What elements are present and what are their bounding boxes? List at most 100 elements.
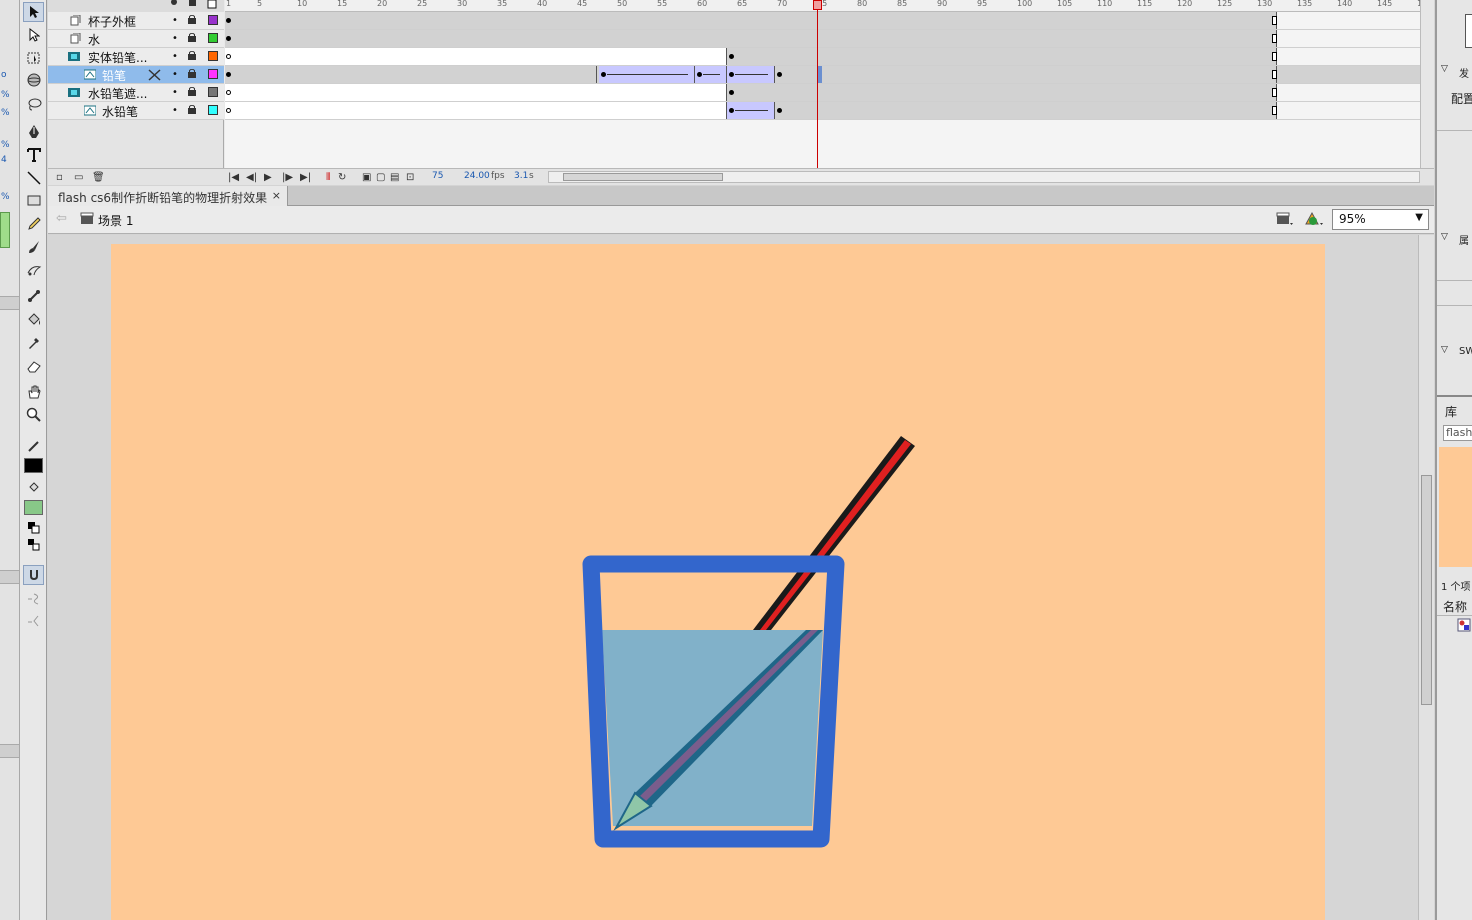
lock-icon[interactable]	[188, 105, 196, 114]
frame-span[interactable]	[727, 48, 1277, 65]
motion-tween[interactable]	[727, 102, 775, 119]
keyframe[interactable]	[729, 54, 734, 59]
last-frame-icon[interactable]: ▶|	[300, 172, 311, 183]
scene-label[interactable]: 场景 1	[98, 212, 133, 229]
lock-icon[interactable]	[188, 15, 196, 24]
frame-span[interactable]	[775, 102, 1277, 119]
layer-name[interactable]: 铅笔	[102, 67, 126, 84]
keyframe[interactable]	[226, 18, 231, 23]
layer-color-swatch[interactable]	[208, 51, 218, 61]
text-tool[interactable]	[23, 145, 44, 165]
layer-color-swatch[interactable]	[208, 15, 218, 25]
frame-span[interactable]	[225, 48, 727, 65]
panel-header[interactable]	[0, 296, 19, 310]
symbol-icon[interactable]	[1457, 618, 1471, 632]
visibility-dot[interactable]: •	[172, 69, 178, 80]
line-tool[interactable]	[23, 168, 44, 188]
keyframe[interactable]	[226, 36, 231, 41]
rectangle-tool[interactable]	[23, 191, 44, 211]
loop-icon[interactable]: ↻	[338, 172, 346, 183]
name-column-header[interactable]: 名称	[1443, 598, 1467, 615]
zoom-tool[interactable]	[23, 405, 44, 425]
keyframe[interactable]	[601, 72, 606, 77]
layer-name[interactable]: 实体铅笔...	[88, 49, 147, 66]
panel-header[interactable]	[0, 744, 19, 758]
fill-color-tool[interactable]	[23, 478, 44, 498]
new-layer-icon[interactable]: ▫	[56, 172, 63, 183]
collapse-arrow-icon[interactable]: ▽	[1441, 64, 1448, 74]
color-chip[interactable]	[0, 212, 10, 248]
fill-color-swatch[interactable]	[24, 500, 43, 515]
frame-span[interactable]	[775, 66, 1277, 83]
frame-span[interactable]	[225, 30, 1277, 47]
keyframe[interactable]	[729, 90, 734, 95]
layer-name[interactable]: 水铅笔	[102, 103, 138, 120]
frame-span[interactable]	[727, 84, 1277, 101]
keyframe[interactable]	[697, 72, 702, 77]
layer-row[interactable]: 水 •	[48, 30, 224, 48]
scroll-thumb[interactable]	[563, 173, 723, 181]
chevron-down-icon[interactable]: ▼	[1415, 212, 1423, 223]
stage[interactable]	[111, 244, 1325, 920]
layer-color-swatch[interactable]	[208, 69, 218, 79]
hand-tool[interactable]	[23, 382, 44, 402]
visibility-dot[interactable]: •	[172, 15, 178, 26]
frame-grid[interactable]: 1 5 10 15 20 25 30 35 40 45 50 55 60 65 70 75 80 85 90 95 10…	[225, 0, 1420, 168]
layer-row[interactable]: 杯子外框 •	[48, 12, 224, 30]
empty-keyframe[interactable]	[226, 108, 231, 113]
library-document-select[interactable]: flash	[1443, 425, 1472, 441]
free-transform-tool[interactable]	[23, 48, 44, 68]
layer-name[interactable]: 水铅笔遮...	[88, 85, 147, 102]
properties-section-label[interactable]: 属	[1459, 232, 1469, 247]
current-frame[interactable]: 75	[432, 171, 443, 181]
eraser-tool[interactable]	[23, 356, 44, 376]
stroke-color-tool[interactable]	[23, 436, 44, 456]
swap-colors-button[interactable]	[23, 535, 44, 555]
swatches-section-label[interactable]: SW	[1459, 346, 1472, 357]
frame-row[interactable]	[225, 30, 1420, 48]
edit-symbols-icon[interactable]	[1304, 211, 1324, 227]
playhead[interactable]	[817, 0, 818, 168]
edit-multiple-icon[interactable]: ▤	[390, 172, 399, 183]
eyedropper-tool[interactable]	[23, 333, 44, 353]
motion-tween[interactable]	[727, 66, 775, 83]
playhead-handle[interactable]	[813, 0, 822, 10]
frame-row[interactable]	[225, 84, 1420, 102]
layer-color-swatch[interactable]	[208, 33, 218, 43]
keyframe[interactable]	[777, 72, 782, 77]
scroll-thumb[interactable]	[1421, 475, 1432, 705]
zoom-select[interactable]: 95% ▼	[1332, 209, 1429, 230]
lock-icon[interactable]	[188, 87, 196, 96]
layer-row[interactable]: 水铅笔遮... •	[48, 84, 224, 102]
keyframe[interactable]	[226, 72, 231, 77]
layer-color-swatch[interactable]	[208, 87, 218, 97]
panel-thumbnail[interactable]	[1465, 14, 1472, 48]
lock-icon[interactable]	[188, 33, 196, 42]
onion-outline-icon[interactable]: ▢	[376, 172, 385, 183]
layer-row[interactable]: 实体铅笔... •	[48, 48, 224, 66]
visibility-dot[interactable]: •	[172, 51, 178, 62]
smooth-button[interactable]	[23, 588, 44, 608]
visibility-dot[interactable]: •	[172, 33, 178, 44]
visibility-dot[interactable]: •	[172, 87, 178, 98]
empty-keyframe[interactable]	[226, 54, 231, 59]
timeline-vertical-scrollbar[interactable]	[1420, 0, 1434, 168]
panel-header[interactable]	[0, 570, 19, 584]
document-tab[interactable]: flash cs6制作折断铅笔的物理折射效果 ×	[48, 186, 288, 206]
snap-to-objects-button[interactable]	[23, 565, 44, 585]
library-tab[interactable]: 库	[1445, 403, 1457, 420]
collapse-arrow-icon[interactable]: ▽	[1441, 345, 1448, 355]
3d-rotation-tool[interactable]	[23, 70, 44, 90]
delete-icon[interactable]: 🗑	[92, 172, 105, 183]
paint-bucket-tool[interactable]	[23, 310, 44, 330]
edit-scene-icon[interactable]	[1276, 211, 1294, 227]
frame-row[interactable]	[225, 12, 1420, 30]
lasso-tool[interactable]	[23, 94, 44, 114]
visibility-dot[interactable]: •	[172, 105, 178, 116]
frame-row[interactable]	[225, 66, 1420, 84]
deco-tool[interactable]	[23, 260, 44, 280]
timeline-horizontal-scrollbar[interactable]	[548, 171, 1420, 183]
stage-vertical-scrollbar[interactable]	[1418, 235, 1434, 920]
next-frame-icon[interactable]: |▶	[282, 172, 293, 183]
first-frame-icon[interactable]: |◀	[228, 172, 239, 183]
